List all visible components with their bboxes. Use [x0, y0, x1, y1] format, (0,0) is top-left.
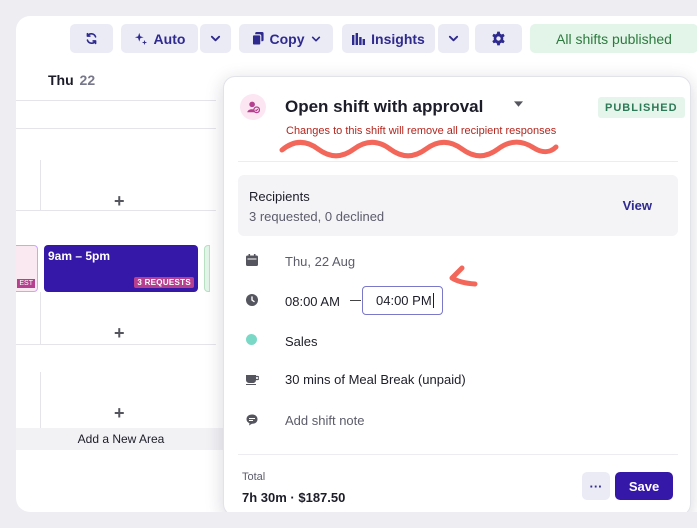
auto-dropdown-button[interactable] [200, 24, 231, 53]
gear-icon [492, 31, 505, 46]
shift-note-input[interactable]: Add shift note [285, 413, 365, 428]
area-color-dot [246, 334, 257, 345]
end-time-input[interactable]: 04:00 PM [362, 286, 443, 315]
recipients-summary: 3 requested, 0 declined [249, 209, 385, 224]
refresh-button[interactable] [70, 24, 113, 53]
chevron-down-icon [448, 35, 459, 42]
clock-icon [246, 294, 258, 306]
total-value: 7h 30m · $187.50 [242, 490, 346, 505]
end-time-value: 04:00 PM [376, 293, 432, 308]
auto-label: Auto [153, 30, 186, 47]
insights-dropdown-button[interactable] [438, 24, 469, 53]
all-shifts-published-badge[interactable]: All shifts published [530, 24, 697, 53]
shift-card-partial[interactable]: EST [16, 245, 38, 292]
day-number: 22 [79, 72, 96, 88]
refresh-icon [86, 32, 97, 45]
coffee-cup-icon [246, 375, 259, 385]
meal-break[interactable]: 30 mins of Meal Break (unpaid) [285, 372, 466, 387]
copy-icon [251, 32, 264, 45]
add-new-area-button[interactable]: Add a New Area [16, 428, 226, 450]
shift-type-title[interactable]: Open shift with approval [285, 97, 483, 117]
insights-button[interactable]: Insights [342, 24, 435, 53]
warning-message: Changes to this shift will remove all re… [286, 125, 557, 137]
speech-bubble-icon [246, 414, 258, 426]
insights-label: Insights [371, 30, 425, 47]
view-recipients-button[interactable]: View [623, 198, 652, 213]
add-shift-button[interactable]: + [114, 403, 125, 424]
column-divider [40, 372, 41, 428]
time-range-dash [350, 300, 361, 301]
shift-card[interactable]: 9am – 5pm 3 REQUESTS [44, 245, 198, 292]
shift-area[interactable]: Sales [285, 334, 318, 349]
add-shift-button[interactable]: + [114, 191, 125, 212]
chevron-down-icon [210, 35, 221, 42]
chevron-down-icon [311, 36, 320, 41]
copy-label: Copy [269, 30, 305, 47]
day-name: Thu [48, 72, 74, 88]
row-divider [16, 100, 216, 101]
caret-down-icon[interactable] [514, 101, 523, 108]
text-cursor [432, 293, 434, 308]
requests-badge: 3 REQUESTS [134, 277, 194, 288]
total-label: Total [242, 471, 266, 483]
day-header: Thu 22 [48, 72, 95, 88]
bar-chart-icon [352, 32, 366, 45]
recipients-card: Recipients 3 requested, 0 declined View [238, 175, 678, 236]
open-shift-icon [240, 94, 266, 120]
column-divider [40, 160, 41, 210]
add-shift-button[interactable]: + [114, 323, 125, 344]
row-divider [16, 128, 216, 129]
shift-details-panel: Open shift with approval PUBLISHED Chang… [223, 76, 691, 512]
shift-time: 9am – 5pm [48, 249, 111, 263]
start-time-field[interactable]: 08:00 AM [285, 294, 340, 309]
sparkle-icon [134, 32, 147, 45]
auto-button[interactable]: Auto [121, 24, 198, 53]
arrow-annotation [449, 265, 478, 287]
section-divider [238, 161, 678, 162]
save-button[interactable]: Save [615, 472, 673, 500]
scheduler-window: Auto Copy Insights All shifts published … [16, 16, 697, 512]
squiggle-annotation [279, 139, 559, 159]
copy-button[interactable]: Copy [239, 24, 333, 53]
recipients-title: Recipients [249, 189, 310, 204]
row-divider [16, 344, 216, 345]
more-options-button[interactable]: ··· [582, 472, 610, 500]
request-tag: EST [17, 279, 35, 288]
status-badge: PUBLISHED [598, 97, 685, 118]
section-divider [238, 454, 678, 455]
calendar-icon [246, 254, 258, 266]
shift-date[interactable]: Thu, 22 Aug [285, 254, 355, 269]
settings-button[interactable] [475, 24, 522, 53]
column-divider [40, 292, 41, 344]
shift-card-partial[interactable] [204, 245, 210, 292]
